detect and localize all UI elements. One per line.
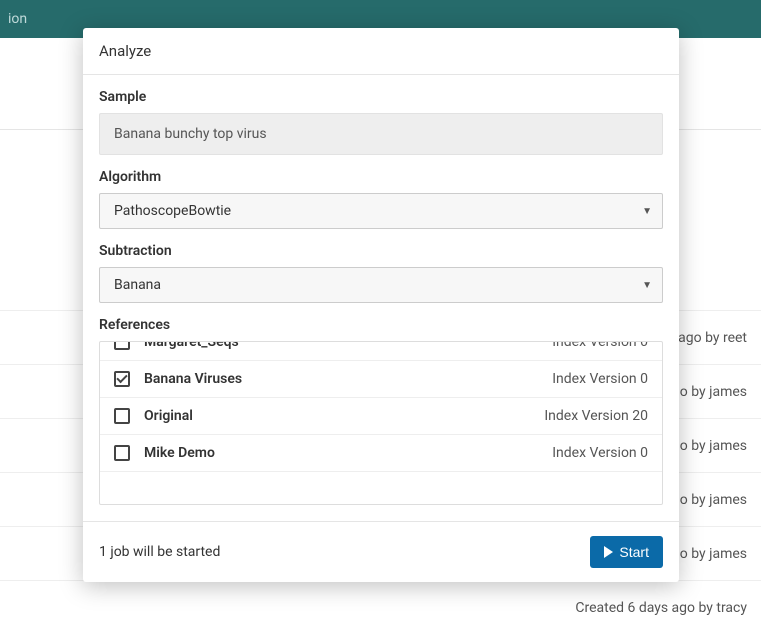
- reference-version: Index Version 0: [552, 371, 648, 387]
- play-icon: [604, 546, 613, 558]
- scroll-spacer: [100, 472, 662, 504]
- reference-name: Mike Demo: [144, 445, 215, 461]
- checkbox-icon[interactable]: [114, 445, 130, 461]
- modal-title: Analyze: [83, 28, 679, 75]
- subtraction-label: Subtraction: [99, 243, 663, 259]
- reference-version: Index Version 0: [552, 342, 648, 350]
- references-field-group: References Margaret_Seqs Index Version 0: [99, 317, 663, 505]
- checkbox-checked-icon[interactable]: [114, 371, 130, 387]
- start-button-label: Start: [619, 544, 649, 560]
- checkbox-icon[interactable]: [114, 408, 130, 424]
- references-label: References: [99, 317, 663, 333]
- subtraction-value: Banana: [114, 277, 161, 293]
- start-button[interactable]: Start: [590, 536, 663, 568]
- references-list: Margaret_Seqs Index Version 0 Banana Vir…: [99, 341, 663, 505]
- reference-name: Original: [144, 408, 193, 424]
- subtraction-field-group: Subtraction Banana ▼: [99, 243, 663, 303]
- checkbox-icon[interactable]: [114, 342, 130, 350]
- algorithm-field-group: Algorithm PathoscopeBowtie ▼: [99, 169, 663, 229]
- reference-item[interactable]: Margaret_Seqs Index Version 0: [100, 342, 662, 361]
- references-scroll[interactable]: Margaret_Seqs Index Version 0 Banana Vir…: [100, 342, 662, 504]
- analyze-modal: Analyze Sample Banana bunchy top virus A…: [83, 28, 679, 582]
- sample-input: Banana bunchy top virus: [99, 113, 663, 155]
- algorithm-value: PathoscopeBowtie: [114, 203, 231, 219]
- sample-label: Sample: [99, 89, 663, 105]
- algorithm-label: Algorithm: [99, 169, 663, 185]
- modal-footer: 1 job will be started Start: [83, 521, 679, 582]
- sample-value: Banana bunchy top virus: [114, 126, 267, 142]
- reference-item[interactable]: Mike Demo Index Version 0: [100, 435, 662, 472]
- reference-name: Banana Viruses: [144, 371, 242, 387]
- reference-name: Margaret_Seqs: [144, 342, 239, 350]
- reference-version: Index Version 20: [544, 408, 648, 424]
- sample-field-group: Sample Banana bunchy top virus: [99, 89, 663, 155]
- chevron-down-icon: ▼: [642, 206, 652, 217]
- reference-version: Index Version 0: [552, 445, 648, 461]
- job-status-text: 1 job will be started: [99, 544, 220, 560]
- chevron-down-icon: ▼: [642, 280, 652, 291]
- algorithm-select[interactable]: PathoscopeBowtie ▼: [99, 193, 663, 229]
- reference-item[interactable]: Banana Viruses Index Version 0: [100, 361, 662, 398]
- modal-body: Sample Banana bunchy top virus Algorithm…: [83, 75, 679, 521]
- reference-item[interactable]: Original Index Version 20: [100, 398, 662, 435]
- subtraction-select[interactable]: Banana ▼: [99, 267, 663, 303]
